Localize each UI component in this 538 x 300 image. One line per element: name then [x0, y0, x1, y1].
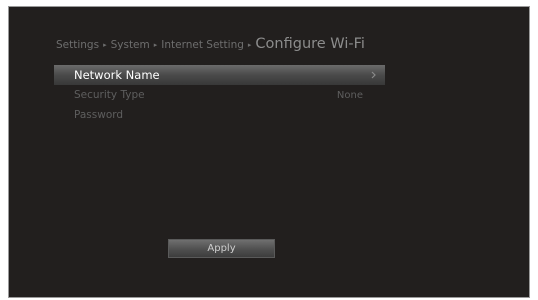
breadcrumb-system[interactable]: System	[111, 39, 150, 51]
tv-settings-screen: Settings ▸ System ▸ Internet Setting ▸ C…	[8, 6, 530, 298]
page-title: Configure Wi-Fi	[255, 36, 365, 52]
breadcrumb: Settings ▸ System ▸ Internet Setting ▸ C…	[56, 36, 365, 54]
breadcrumb-separator-icon: ▸	[247, 41, 252, 49]
menu-item-security-type[interactable]: Security Type None	[54, 85, 385, 105]
menu-item-label: Password	[74, 109, 124, 121]
wifi-settings-menu: Network Name Security Type None Password	[54, 65, 385, 125]
menu-item-label: Security Type	[74, 89, 145, 101]
menu-item-label: Network Name	[74, 68, 160, 82]
menu-item-value: None	[336, 89, 363, 101]
breadcrumb-settings[interactable]: Settings	[56, 39, 99, 51]
breadcrumb-separator-icon: ▸	[103, 41, 107, 49]
menu-item-network-name[interactable]: Network Name	[54, 65, 385, 85]
breadcrumb-separator-icon: ▸	[153, 41, 158, 49]
apply-button[interactable]: Apply	[168, 239, 275, 258]
chevron-right-icon	[371, 71, 376, 79]
breadcrumb-internet-setting[interactable]: Internet Setting	[161, 39, 244, 51]
menu-item-password[interactable]: Password	[54, 105, 385, 125]
